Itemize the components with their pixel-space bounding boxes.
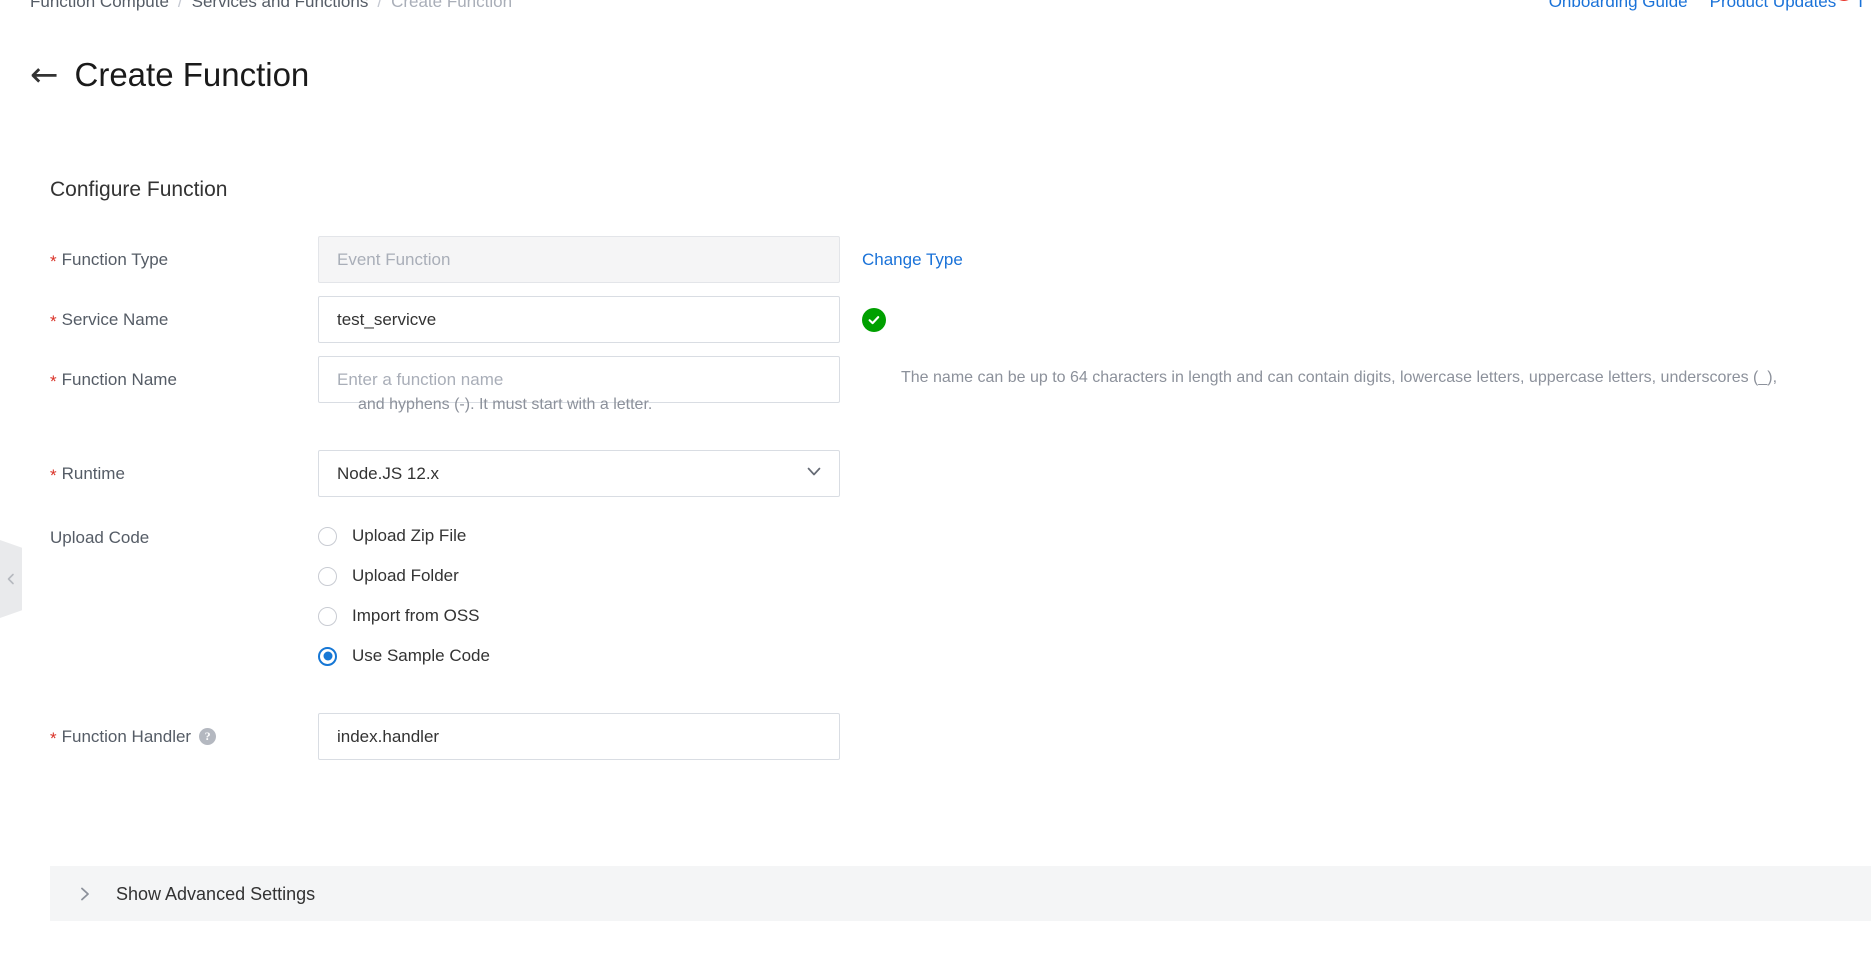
required-marker: * [50, 466, 57, 485]
function-name-hint-line-1: The name can be up to 64 characters in l… [901, 369, 1778, 386]
create-function-page: Function Compute / Services and Function… [0, 0, 1871, 957]
breadcrumb: Function Compute / Services and Function… [30, 0, 512, 13]
radio-label: Import from OSS [352, 606, 480, 625]
help-question-icon[interactable]: ? [199, 728, 217, 745]
upload-code-radio-group: Upload Zip File Upload Folder Import fro… [318, 523, 490, 667]
label-text: Function Name [61, 369, 177, 389]
service-name-status [840, 296, 886, 343]
function-handler-input[interactable] [318, 713, 840, 760]
required-marker: * [50, 312, 57, 331]
radio-circle-icon [318, 606, 337, 626]
label-function-type: * Function Type [0, 236, 318, 283]
required-marker: * [50, 252, 57, 271]
radio-label: Use Sample Code [352, 646, 490, 665]
label-function-name: * Function Name [0, 356, 318, 403]
function-type-side-actions: Change Type [840, 236, 963, 283]
field-service-name [318, 296, 840, 343]
required-marker: * [50, 372, 57, 391]
runtime-select[interactable]: Node.JS 12.x [318, 450, 840, 497]
function-name-hint-line-2: and hyphens (-). It must start with a le… [358, 396, 653, 413]
success-check-icon [862, 307, 886, 332]
label-text: Runtime [61, 463, 125, 483]
top-utility-links: Onboarding Guide Product Updates 5 I [1549, 0, 1863, 13]
label-text: Function Type [61, 249, 169, 269]
partial-offscreen-link[interactable]: I [1858, 0, 1863, 13]
radio-upload-folder[interactable]: Upload Folder [318, 565, 490, 587]
show-advanced-settings-toggle[interactable]: Show Advanced Settings [50, 866, 1871, 921]
onboarding-guide-label: Onboarding Guide [1548, 0, 1688, 11]
runtime-select-value[interactable]: Node.JS 12.x [318, 450, 840, 497]
label-upload-code: Upload Code [50, 528, 150, 547]
radio-label: Upload Zip File [352, 526, 467, 545]
function-type-input [318, 236, 840, 283]
radio-circle-icon [318, 566, 337, 586]
section-title-configure-function: Configure Function [50, 178, 228, 201]
form-row-service-name: * Service Name [0, 296, 1871, 343]
show-advanced-settings-label: Show Advanced Settings [116, 883, 316, 904]
label-text: Function Handler [61, 726, 192, 746]
radio-use-sample-code[interactable]: Use Sample Code [318, 645, 490, 667]
breadcrumb-separator: / [177, 0, 183, 11]
back-arrow-icon[interactable]: ← [30, 58, 59, 92]
page-header: ← Create Function [30, 55, 309, 95]
radio-upload-zip-file[interactable]: Upload Zip File [318, 525, 490, 547]
chevron-right-icon [76, 885, 94, 903]
page-title: Create Function [74, 56, 310, 93]
radio-import-from-oss[interactable]: Import from OSS [318, 605, 490, 627]
field-function-type [318, 236, 840, 283]
product-updates-link[interactable]: Product Updates 5 [1709, 0, 1856, 13]
form-row-function-handler: * Function Handler ? [0, 713, 1871, 760]
form-row-runtime: * Runtime Node.JS 12.x [0, 450, 1871, 497]
service-name-input[interactable] [318, 296, 840, 343]
chevron-left-icon [7, 573, 14, 585]
breadcrumb-item-create-function: Create Function [391, 0, 513, 11]
product-updates-label: Product Updates [1709, 0, 1837, 11]
field-function-handler [318, 713, 840, 760]
radio-label: Upload Folder [352, 566, 459, 585]
onboarding-guide-link[interactable]: Onboarding Guide [1549, 0, 1688, 13]
breadcrumb-separator: / [377, 0, 383, 11]
form-row-upload-code: Upload Code Upload Zip File Upload Folde… [0, 523, 1871, 667]
configure-function-form: * Function Type Change Type * Service Na… [0, 236, 1871, 760]
label-service-name: * Service Name [0, 296, 318, 343]
label-function-handler: * Function Handler ? [0, 713, 318, 760]
required-marker: * [50, 729, 57, 748]
label-text: Service Name [61, 309, 169, 329]
field-runtime: Node.JS 12.x [318, 450, 840, 497]
breadcrumb-item-function-compute[interactable]: Function Compute [30, 0, 169, 13]
sidebar-collapse-handle[interactable] [0, 540, 22, 618]
form-row-function-type: * Function Type Change Type [0, 236, 1871, 283]
radio-circle-selected-icon [318, 646, 337, 666]
change-type-link[interactable]: Change Type [862, 249, 963, 271]
radio-circle-icon [318, 526, 337, 546]
breadcrumb-item-services-and-functions[interactable]: Services and Functions [192, 0, 369, 13]
form-row-function-name: * Function Name The name can be up to 64… [0, 356, 1871, 413]
label-runtime: * Runtime [0, 450, 318, 497]
product-updates-count-badge: 5 [1833, 0, 1856, 1]
